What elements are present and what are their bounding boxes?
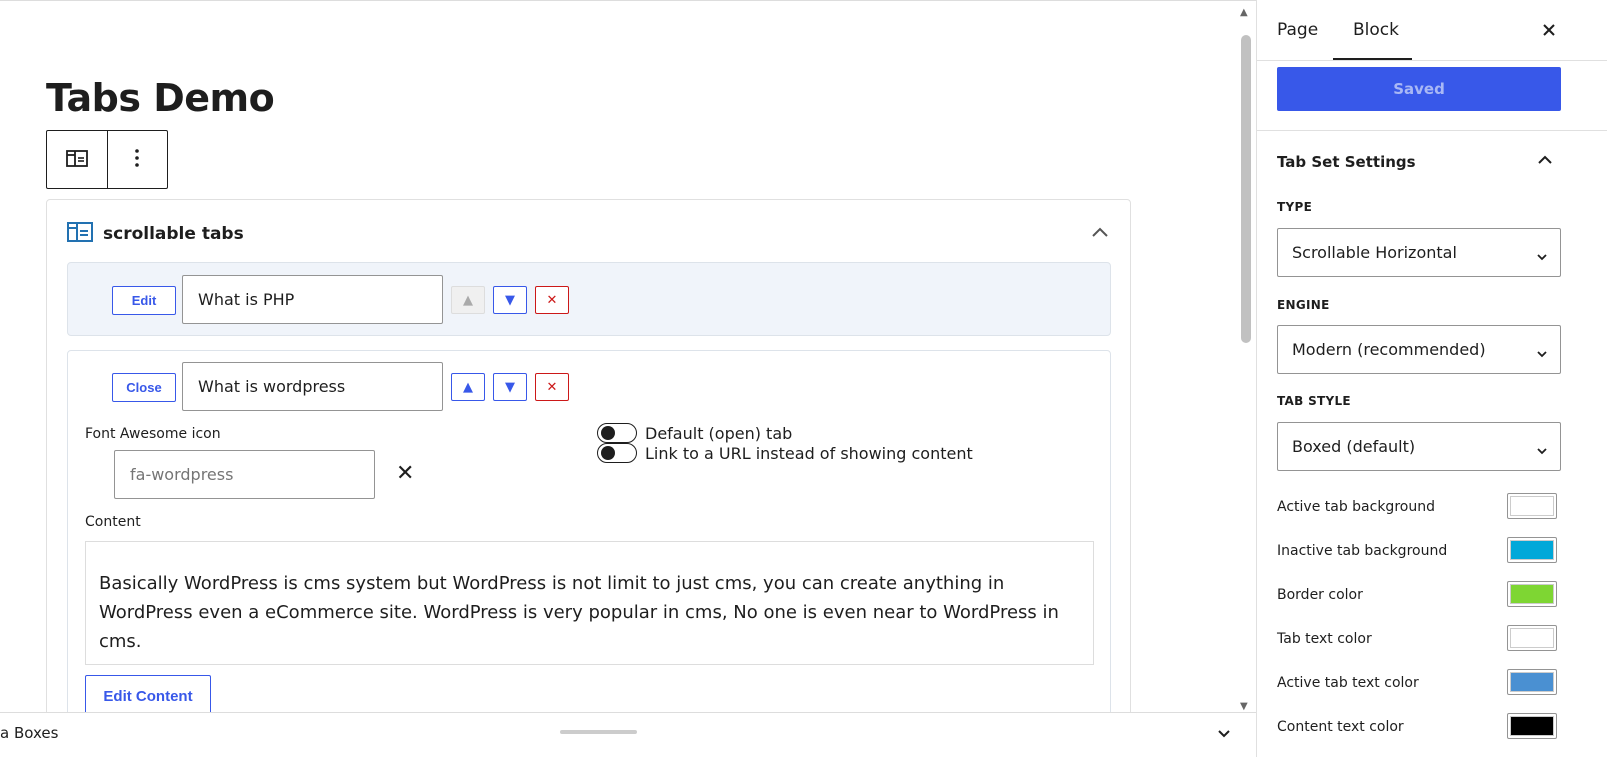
edit-tab-button[interactable]: Edit bbox=[112, 286, 176, 315]
tab-style-select-value: Boxed (default) bbox=[1292, 437, 1416, 456]
active-tab-text-color-label: Active tab text color bbox=[1277, 675, 1419, 691]
tabs-block[interactable]: scrollable tabs Edit What is PHP ▲ ▼ ✕ C… bbox=[46, 199, 1131, 712]
border-color-swatch[interactable] bbox=[1507, 581, 1557, 607]
tab-block[interactable]: Block bbox=[1353, 20, 1399, 40]
clear-icon[interactable]: ✕ bbox=[396, 461, 414, 486]
remove-tab-button[interactable]: ✕ bbox=[535, 286, 569, 314]
sidebar-tabs: Page Block bbox=[1257, 0, 1607, 61]
active-tab-bg-label: Active tab background bbox=[1277, 499, 1435, 515]
engine-select-value: Modern (recommended) bbox=[1292, 340, 1486, 359]
remove-tab-button[interactable]: ✕ bbox=[535, 373, 569, 401]
border-color-label: Border color bbox=[1277, 587, 1363, 603]
swatch-fill bbox=[1510, 672, 1554, 692]
link-url-toggle[interactable] bbox=[597, 443, 637, 463]
inactive-tab-bg-label: Inactive tab background bbox=[1277, 543, 1448, 559]
meta-boxes-label: a Boxes bbox=[0, 724, 59, 742]
scroll-up-arrow-icon[interactable]: ▲ bbox=[1240, 7, 1248, 18]
content-preview: Basically WordPress is cms system but Wo… bbox=[85, 541, 1094, 665]
tab-title-input[interactable]: What is PHP bbox=[182, 275, 443, 324]
canvas-scrollbar[interactable]: ▲ ▼ bbox=[1238, 7, 1254, 712]
swatch-fill bbox=[1510, 540, 1554, 560]
tab-row: Close What is wordpress ▲ ▼ ✕ Font Aweso… bbox=[67, 350, 1111, 712]
chevron-down-icon bbox=[1536, 441, 1548, 460]
meta-boxes-bar: a Boxes bbox=[0, 712, 1256, 757]
swatch-fill bbox=[1510, 628, 1554, 648]
tab-page[interactable]: Page bbox=[1277, 20, 1318, 40]
more-vertical-icon bbox=[134, 148, 140, 172]
default-tab-toggle[interactable] bbox=[597, 423, 637, 443]
chevron-down-icon bbox=[1536, 247, 1548, 266]
settings-sidebar: Page Block Saved Tab Set Settings TYPE S… bbox=[1256, 0, 1607, 757]
move-down-button[interactable]: ▼ bbox=[493, 286, 527, 314]
tab-row: Edit What is PHP ▲ ▼ ✕ bbox=[67, 262, 1111, 336]
link-url-label: Link to a URL instead of showing content bbox=[645, 444, 973, 463]
active-tab-indicator bbox=[1333, 58, 1412, 60]
block-header: scrollable tabs bbox=[67, 221, 244, 247]
move-up-button[interactable]: ▲ bbox=[451, 286, 485, 314]
page-title[interactable]: Tabs Demo bbox=[46, 76, 275, 120]
toggle-knob bbox=[601, 446, 615, 460]
edit-content-button[interactable]: Edit Content bbox=[85, 675, 211, 712]
divider bbox=[1257, 130, 1607, 131]
toggle-knob bbox=[601, 426, 615, 440]
scroll-down-arrow-icon[interactable]: ▼ bbox=[1240, 701, 1248, 712]
icon-field-label: Font Awesome icon bbox=[85, 426, 221, 442]
swatch-fill bbox=[1510, 584, 1554, 604]
chevron-down-icon bbox=[1536, 344, 1548, 363]
icon-input[interactable] bbox=[114, 450, 375, 499]
inactive-tab-bg-swatch[interactable] bbox=[1507, 537, 1557, 563]
type-select[interactable]: Scrollable Horizontal bbox=[1277, 228, 1561, 277]
panel-title[interactable]: Tab Set Settings bbox=[1277, 153, 1416, 171]
tab-text-color-label: Tab text color bbox=[1277, 631, 1372, 647]
resize-handle[interactable] bbox=[560, 730, 637, 734]
swatch-fill bbox=[1510, 716, 1554, 736]
default-tab-label: Default (open) tab bbox=[645, 424, 793, 443]
content-text-color-label: Content text color bbox=[1277, 719, 1404, 735]
tabs-block-icon bbox=[67, 221, 93, 247]
tabs-block-icon bbox=[65, 146, 89, 174]
content-field-label: Content bbox=[85, 514, 141, 530]
saved-button[interactable]: Saved bbox=[1277, 67, 1561, 111]
block-toolbar bbox=[46, 130, 168, 189]
chevron-up-icon[interactable] bbox=[1536, 152, 1554, 171]
block-type-button[interactable] bbox=[47, 131, 107, 188]
engine-label: ENGINE bbox=[1277, 298, 1330, 312]
collapse-chevron-up-icon[interactable] bbox=[1090, 224, 1110, 243]
type-label: TYPE bbox=[1277, 200, 1313, 214]
block-label: scrollable tabs bbox=[103, 224, 244, 244]
tab-title-input[interactable]: What is wordpress bbox=[182, 362, 443, 411]
scrollbar-thumb[interactable] bbox=[1241, 35, 1251, 343]
block-options-button[interactable] bbox=[106, 131, 167, 188]
engine-select[interactable]: Modern (recommended) bbox=[1277, 325, 1561, 374]
type-select-value: Scrollable Horizontal bbox=[1292, 243, 1457, 262]
chevron-down-icon[interactable] bbox=[1216, 725, 1232, 744]
tab-text-color-swatch[interactable] bbox=[1507, 625, 1557, 651]
move-down-button[interactable]: ▼ bbox=[493, 373, 527, 401]
editor-canvas: Tabs Demo scrollable tabs Edit What is P… bbox=[0, 0, 1256, 712]
swatch-fill bbox=[1510, 496, 1554, 516]
close-icon[interactable] bbox=[1541, 22, 1557, 42]
move-up-button[interactable]: ▲ bbox=[451, 373, 485, 401]
tab-style-label: TAB STYLE bbox=[1277, 394, 1351, 408]
content-text-color-swatch[interactable] bbox=[1507, 713, 1557, 739]
tab-style-select[interactable]: Boxed (default) bbox=[1277, 422, 1561, 471]
active-tab-bg-swatch[interactable] bbox=[1507, 493, 1557, 519]
close-tab-button[interactable]: Close bbox=[112, 373, 176, 402]
active-tab-text-color-swatch[interactable] bbox=[1507, 669, 1557, 695]
